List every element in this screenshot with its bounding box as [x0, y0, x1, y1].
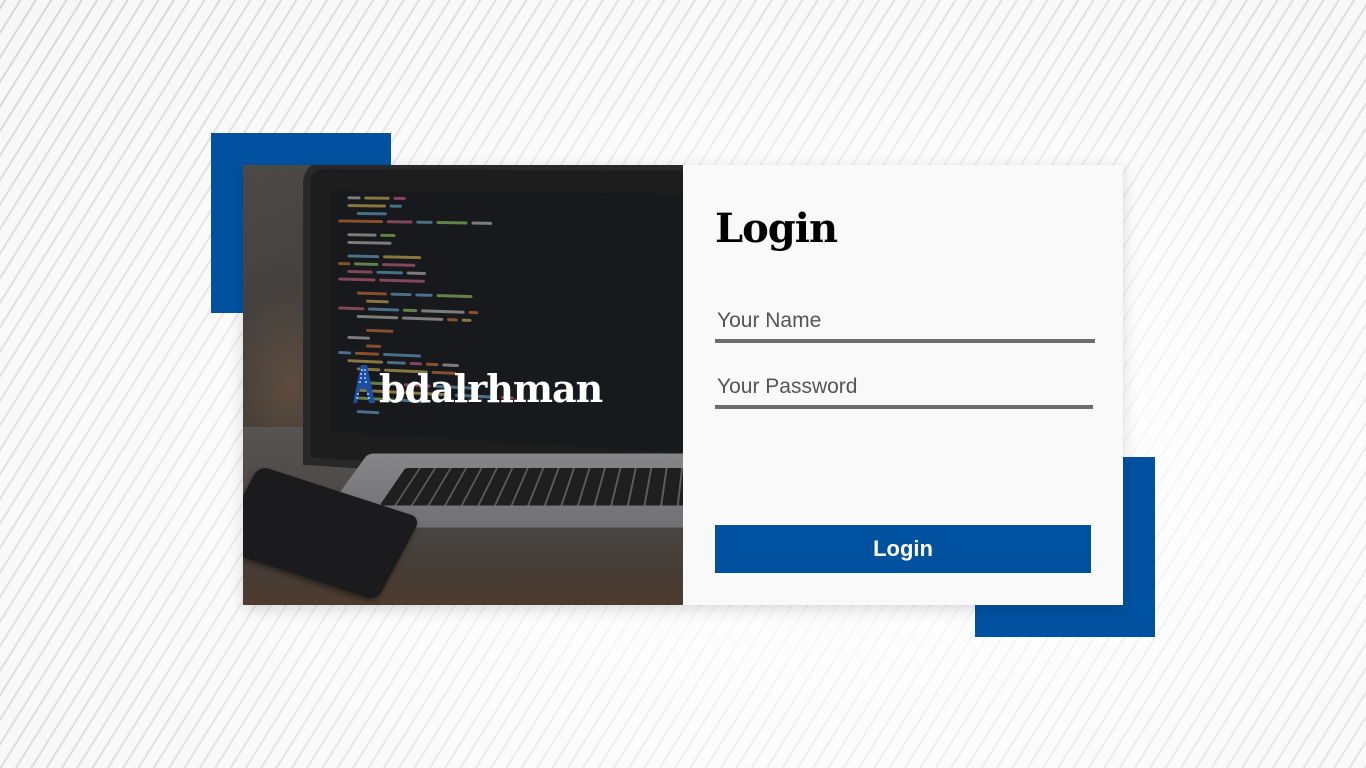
login-form-panel: Login Login: [683, 165, 1123, 605]
hero-photo: bdalrhman: [243, 165, 683, 605]
building-letter-a-icon: [353, 365, 375, 403]
login-title: Login: [715, 205, 838, 252]
name-input[interactable]: [715, 303, 1095, 343]
login-button[interactable]: Login: [715, 525, 1091, 573]
password-input[interactable]: [715, 369, 1093, 409]
brand-name: bdalrhman: [379, 366, 603, 411]
login-card: bdalrhman Login Login: [243, 165, 1123, 605]
brand-logo-wordmark: bdalrhman: [349, 363, 603, 411]
